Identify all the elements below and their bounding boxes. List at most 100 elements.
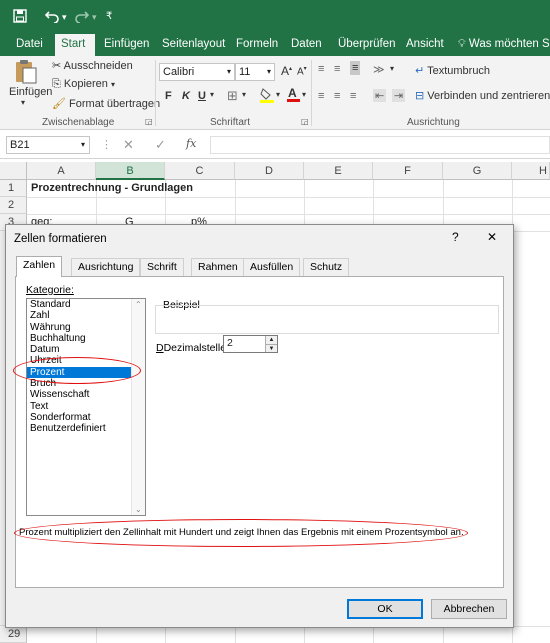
- align-middle-icon[interactable]: ≡: [334, 63, 340, 75]
- cancel-button[interactable]: Abbrechen: [431, 599, 507, 619]
- font-name-box[interactable]: Calibri ▾: [159, 63, 235, 81]
- paste-button[interactable]: [14, 59, 38, 88]
- category-list[interactable]: Standard Zahl Währung Buchhaltung Datum …: [26, 298, 146, 516]
- list-item[interactable]: Benutzerdefiniert: [27, 423, 145, 434]
- tab-datei[interactable]: Datei: [10, 34, 49, 56]
- font-launcher-icon[interactable]: ◲: [301, 117, 309, 126]
- spin-up-icon[interactable]: ▲: [265, 336, 277, 344]
- underline-dropdown-icon[interactable]: ▾: [210, 90, 214, 99]
- name-box[interactable]: B21 ▾: [6, 136, 90, 154]
- underline-button[interactable]: U: [198, 90, 206, 102]
- paste-label[interactable]: Einfügen: [9, 86, 52, 98]
- decrease-indent-icon[interactable]: ⇤: [373, 89, 387, 102]
- row-header[interactable]: 29: [0, 626, 27, 643]
- column-header[interactable]: F: [373, 162, 443, 180]
- font-size-box[interactable]: 11 ▾: [235, 63, 275, 81]
- row-header[interactable]: 1: [0, 180, 27, 197]
- list-item[interactable]: Zahl: [27, 310, 145, 321]
- list-item[interactable]: Uhrzeit: [27, 355, 145, 366]
- list-item-selected[interactable]: Prozent: [27, 366, 145, 379]
- align-bottom-icon[interactable]: ≡: [350, 61, 361, 75]
- list-item[interactable]: Währung: [27, 322, 145, 333]
- list-scrollbar[interactable]: ⌃ ⌄: [131, 299, 145, 515]
- formula-options-icon[interactable]: ⋮: [101, 138, 112, 151]
- customize-icon[interactable]: ₹: [106, 9, 112, 25]
- border-dropdown-icon[interactable]: ▾: [242, 90, 246, 99]
- tab-einfuegen[interactable]: Einfügen: [98, 34, 155, 56]
- cut-button[interactable]: ✂ Ausschneiden: [52, 59, 133, 72]
- align-center-icon[interactable]: ≡: [334, 90, 340, 102]
- chevron-down-icon[interactable]: ⌄: [135, 505, 142, 514]
- list-item[interactable]: Standard: [27, 299, 145, 310]
- clipboard-launcher-icon[interactable]: ◲: [145, 117, 153, 126]
- decimal-places-spinner[interactable]: 2 ▲ ▼: [223, 335, 278, 353]
- grow-font-button[interactable]: A▴: [281, 64, 292, 78]
- column-header[interactable]: E: [304, 162, 373, 180]
- sample-box: [155, 305, 499, 334]
- select-all-corner[interactable]: [0, 162, 27, 180]
- orientation-icon[interactable]: ≫: [373, 63, 385, 76]
- orientation-dropdown-icon[interactable]: ▾: [390, 64, 394, 73]
- list-item[interactable]: Sonderformat: [27, 412, 145, 423]
- row-header[interactable]: 2: [0, 197, 27, 214]
- formula-input[interactable]: [210, 136, 550, 154]
- bold-button[interactable]: F: [165, 90, 172, 102]
- close-button[interactable]: ✕: [487, 230, 497, 244]
- align-left-icon[interactable]: ≡: [318, 90, 324, 102]
- tab-ausfuellen[interactable]: Ausfüllen: [243, 258, 301, 277]
- save-icon[interactable]: [13, 9, 27, 26]
- column-header[interactable]: D: [235, 162, 304, 180]
- italic-button[interactable]: K: [182, 90, 190, 102]
- cancel-entry-icon[interactable]: ✕: [123, 137, 134, 153]
- chevron-up-icon[interactable]: ⌃: [135, 300, 142, 309]
- column-header[interactable]: A: [27, 162, 96, 180]
- copy-button[interactable]: ⎘ Kopieren ▾: [52, 78, 115, 91]
- spin-down-icon[interactable]: ▼: [265, 344, 277, 352]
- scissors-icon: ✂: [52, 60, 62, 72]
- tab-ueberpruefen[interactable]: Überprüfen: [332, 34, 402, 56]
- list-item[interactable]: Wissenschaft: [27, 389, 145, 400]
- tab-schutz[interactable]: Schutz: [303, 258, 350, 277]
- redo-icon[interactable]: [75, 9, 90, 26]
- tab-schrift[interactable]: Schrift: [140, 258, 184, 277]
- cell-a1[interactable]: Prozentrechnung - Grundlagen: [31, 180, 193, 197]
- chevron-down-icon: ▾: [80, 140, 85, 149]
- undo-dropdown-icon[interactable]: ▾: [62, 9, 67, 25]
- list-item[interactable]: Bruch: [27, 378, 145, 389]
- column-header[interactable]: G: [443, 162, 512, 180]
- confirm-entry-icon[interactable]: ✓: [155, 137, 166, 153]
- font-color-dropdown-icon[interactable]: ▾: [302, 90, 306, 99]
- increase-indent-icon[interactable]: ⇥: [392, 89, 406, 102]
- font-color-button[interactable]: A: [287, 86, 300, 106]
- undo-icon[interactable]: [44, 9, 59, 26]
- tab-formeln[interactable]: Formeln: [230, 34, 284, 56]
- fill-dropdown-icon[interactable]: ▾: [276, 90, 280, 99]
- border-icon[interactable]: ⊞: [227, 88, 238, 104]
- list-item[interactable]: Text: [27, 401, 145, 412]
- column-header[interactable]: C: [165, 162, 235, 180]
- tab-start[interactable]: Start: [55, 34, 95, 56]
- align-top-icon[interactable]: ≡: [318, 63, 324, 75]
- merge-center-button[interactable]: ⊟ Verbinden und zentrieren: [415, 89, 550, 102]
- column-header[interactable]: H: [512, 162, 550, 180]
- redo-dropdown-icon[interactable]: ▾: [92, 9, 97, 25]
- tab-ausrichtung[interactable]: Ausrichtung: [71, 258, 141, 277]
- insert-function-icon[interactable]: fx: [186, 137, 196, 150]
- tab-zahlen[interactable]: Zahlen: [16, 256, 63, 277]
- shrink-font-button[interactable]: A▾: [297, 65, 307, 77]
- fill-color-button[interactable]: [260, 87, 274, 106]
- column-header-selected[interactable]: B: [96, 162, 165, 180]
- help-button[interactable]: ?: [452, 230, 459, 244]
- format-painter-button[interactable]: 🖌︎ Format übertragen: [52, 97, 160, 110]
- list-item[interactable]: Datum: [27, 344, 145, 355]
- align-right-icon[interactable]: ≡: [350, 90, 356, 102]
- ok-button[interactable]: OK: [347, 599, 423, 619]
- wrap-text-button[interactable]: ↵ Textumbruch: [415, 64, 490, 77]
- tab-ansicht[interactable]: Ansicht: [400, 34, 450, 56]
- tell-me-search[interactable]: 💡︎ Was möchten Sie: [452, 34, 550, 56]
- list-item[interactable]: Buchhaltung: [27, 333, 145, 344]
- tab-seitenlayout[interactable]: Seitenlayout: [156, 34, 231, 56]
- tab-rahmen[interactable]: Rahmen: [191, 258, 245, 277]
- paste-dropdown-icon[interactable]: ▾: [21, 98, 25, 107]
- tab-daten[interactable]: Daten: [285, 34, 328, 56]
